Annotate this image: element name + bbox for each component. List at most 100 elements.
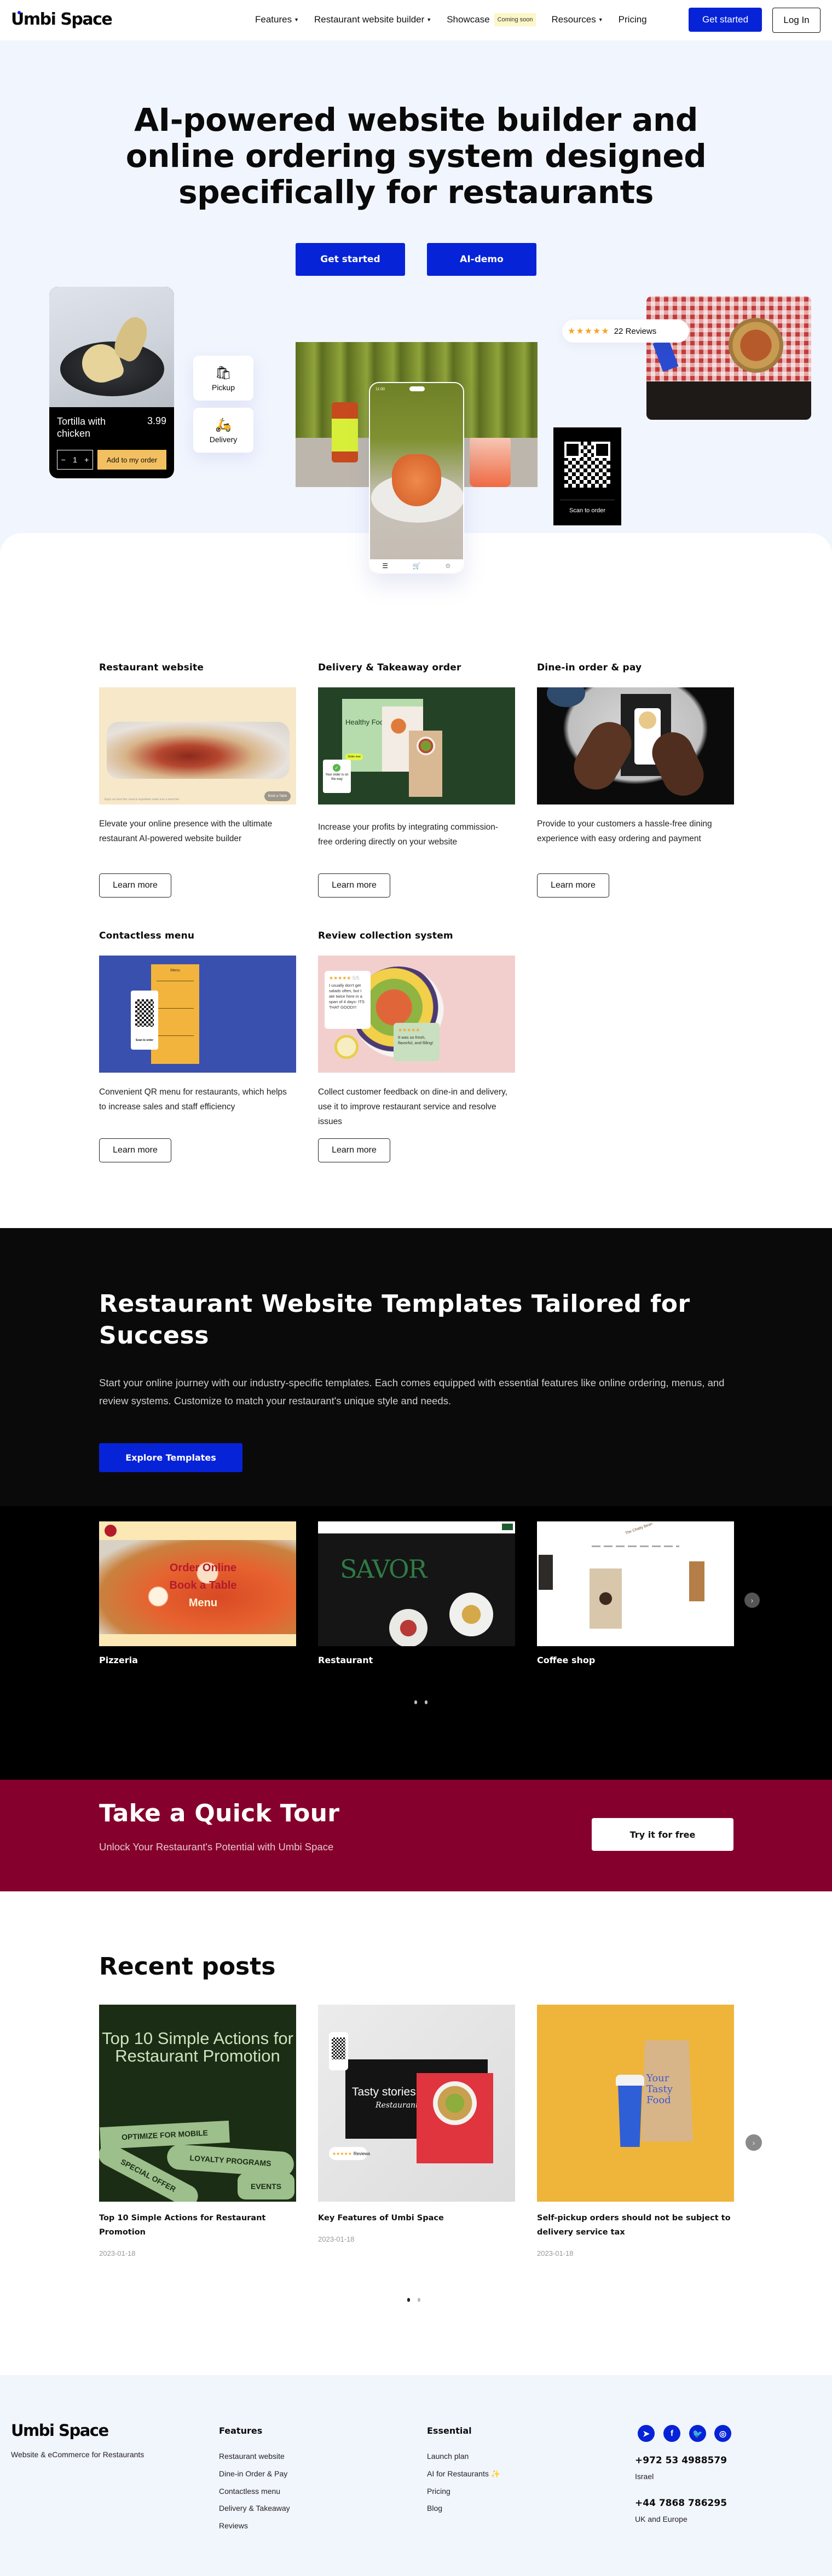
phone-number[interactable]: +972 53 4988579 xyxy=(635,2455,727,2466)
post-title[interactable]: Self-pickup orders should not be subject… xyxy=(537,2211,734,2239)
templates-desc: Start your online journey with our indus… xyxy=(99,1377,725,1406)
dining-table-photo xyxy=(646,296,811,420)
post-date: 2023-01-18 xyxy=(99,2249,136,2257)
feature-image: ★★★★★ 5/5 I usually don't get salads ofte… xyxy=(318,956,515,1073)
star-rating-icon: ★★★★★ xyxy=(332,2151,352,2156)
twitter-icon[interactable]: 🐦 xyxy=(689,2425,706,2442)
facebook-icon[interactable]: f xyxy=(663,2425,680,2442)
feature-title: Delivery & Takeaway order xyxy=(318,662,461,673)
footer-link[interactable]: Blog xyxy=(427,2504,442,2513)
post-date: 2023-01-18 xyxy=(318,2235,355,2243)
posts-dots xyxy=(407,2298,420,2302)
feature-delivery-takeaway: Delivery & Takeaway order Healthy Food D… xyxy=(318,662,515,849)
delivery-option[interactable]: 🛵 Delivery xyxy=(193,408,253,453)
scooter-icon: 🛵 xyxy=(215,417,232,432)
footer-link[interactable]: Restaurant website xyxy=(219,2452,285,2461)
template-label: Restaurant xyxy=(318,1655,373,1665)
footer-link[interactable]: Launch plan xyxy=(427,2452,469,2461)
qr-code-icon xyxy=(135,999,154,1027)
drink-image xyxy=(470,438,511,487)
minus-button[interactable]: − xyxy=(61,455,66,464)
post-image[interactable]: Tasty stories Restaurant ★★★★★ Reviews xyxy=(318,2005,515,2202)
recent-posts-title: Recent posts xyxy=(99,1953,276,1981)
instagram-icon[interactable]: ◎ xyxy=(714,2425,731,2442)
footer-logo[interactable]: Umbi Space xyxy=(11,2421,109,2440)
reviews-badge: ★★★★★ 22 Reviews xyxy=(562,320,689,343)
nav-pricing[interactable]: Pricing xyxy=(619,14,647,25)
nav-features[interactable]: Features ▼ xyxy=(255,14,299,25)
feature-review-collection: Review collection system ★★★★★ 5/5 I usua… xyxy=(318,930,515,1129)
star-rating-icon: ★★★★★ xyxy=(568,327,610,336)
nav-website-builder[interactable]: Restaurant website builder ▼ xyxy=(314,14,431,25)
template-card-coffee-shop[interactable]: The Chatty Bean xyxy=(537,1521,734,1646)
basket-icon[interactable]: 🛒 xyxy=(413,562,421,570)
feature-image: Menu Scan to order xyxy=(99,956,296,1073)
caret-down-icon: ▼ xyxy=(426,17,432,22)
carousel-dot[interactable] xyxy=(414,1700,417,1704)
carousel-dots xyxy=(414,1700,427,1704)
learn-more-button[interactable]: Learn more xyxy=(99,873,171,898)
posts-next-button[interactable]: › xyxy=(746,2134,762,2151)
feature-title: Restaurant website xyxy=(99,662,204,673)
logo-dot xyxy=(18,11,21,14)
post-title[interactable]: Key Features of Umbi Space xyxy=(318,2211,515,2225)
learn-more-button[interactable]: Learn more xyxy=(318,1138,390,1162)
feature-image: Healthy Food Delivery Order now Your ord… xyxy=(318,687,515,804)
qr-code-icon xyxy=(329,2032,348,2070)
qr-scan-card: Scan to order xyxy=(553,427,621,525)
menu-icon[interactable]: ☰ xyxy=(382,562,388,570)
telegram-icon[interactable]: ➤ xyxy=(638,2425,655,2442)
template-card-pizzeria[interactable]: Order Online Book a Table Menu xyxy=(99,1521,296,1646)
plus-button[interactable]: + xyxy=(84,455,89,464)
caret-down-icon: ▼ xyxy=(598,17,603,22)
learn-more-button[interactable]: Learn more xyxy=(537,873,609,898)
bag-icon: 🛍 xyxy=(215,365,232,380)
phone-number[interactable]: +44 7868 786295 xyxy=(635,2498,727,2509)
learn-more-button[interactable]: Learn more xyxy=(99,1138,171,1162)
footer-essential-heading: Essential xyxy=(427,2426,472,2436)
product-price: 3.99 xyxy=(147,415,166,426)
caret-down-icon: ▼ xyxy=(294,17,299,22)
try-free-button[interactable]: Try it for free xyxy=(592,1818,733,1851)
ai-demo-button[interactable]: AI-demo xyxy=(427,243,536,276)
explore-templates-button[interactable]: Explore Templates xyxy=(99,1443,242,1472)
feature-desc: Collect customer feedback on dine-in and… xyxy=(318,1087,508,1126)
pickup-option[interactable]: 🛍 Pickup xyxy=(193,356,253,401)
sauce-jar-image xyxy=(332,402,358,462)
post-image[interactable]: Your Tasty Food xyxy=(537,2005,734,2202)
learn-more-button[interactable]: Learn more xyxy=(318,873,390,898)
post-image[interactable]: Top 10 Simple Actions for Restaurant Pro… xyxy=(99,2005,296,2202)
post-title[interactable]: Top 10 Simple Actions for Restaurant Pro… xyxy=(99,2211,296,2239)
logo[interactable]: Umbi Space xyxy=(11,10,113,29)
carousel-dot[interactable] xyxy=(425,1700,427,1704)
add-to-order-button[interactable]: Add to my order xyxy=(97,450,166,470)
footer-link[interactable]: Dine-in Order & Pay xyxy=(219,2469,287,2478)
feature-title: Review collection system xyxy=(318,930,453,941)
feature-desc: Increase your profits by integrating com… xyxy=(318,823,499,847)
get-started-button[interactable]: Get started xyxy=(689,8,762,32)
login-button[interactable]: Log In xyxy=(772,8,821,33)
star-icon[interactable]: ☆ xyxy=(445,562,451,570)
footer-link[interactable]: Reviews xyxy=(219,2521,248,2530)
footer-link[interactable]: Contactless menu xyxy=(219,2487,280,2496)
footer-tagline: Website & eCommerce for Restaurants xyxy=(11,2450,145,2459)
feature-title: Dine-in order & pay xyxy=(537,662,642,673)
qr-code-icon xyxy=(564,442,610,488)
template-card-restaurant[interactable]: SAVOR xyxy=(318,1521,515,1646)
nav-resources[interactable]: Resources ▼ xyxy=(551,14,603,25)
nav-showcase[interactable]: Showcase Coming soon xyxy=(447,13,536,26)
quantity-value: 1 xyxy=(73,455,77,464)
tour-title: Take a Quick Tour xyxy=(99,1799,340,1827)
star-rating-icon: ★★★★★ 5/5 xyxy=(329,975,360,981)
carousel-dot[interactable] xyxy=(418,2298,420,2302)
footer-link[interactable]: AI for Restaurants ✨ xyxy=(427,2469,500,2479)
phone-mockup: 11:00 ☰ 🛒 ☆ xyxy=(369,382,464,574)
carousel-dot[interactable] xyxy=(407,2298,410,2302)
footer-link[interactable]: Pricing xyxy=(427,2487,450,2496)
carousel-next-button[interactable]: › xyxy=(744,1593,760,1608)
hero-title: AI-powered website builder and online or… xyxy=(125,101,707,211)
footer-link[interactable]: Delivery & Takeaway xyxy=(219,2504,290,2513)
quantity-stepper[interactable]: − 1 + xyxy=(57,450,93,470)
hero-get-started-button[interactable]: Get started xyxy=(296,243,405,276)
coming-soon-badge: Coming soon xyxy=(494,13,536,26)
